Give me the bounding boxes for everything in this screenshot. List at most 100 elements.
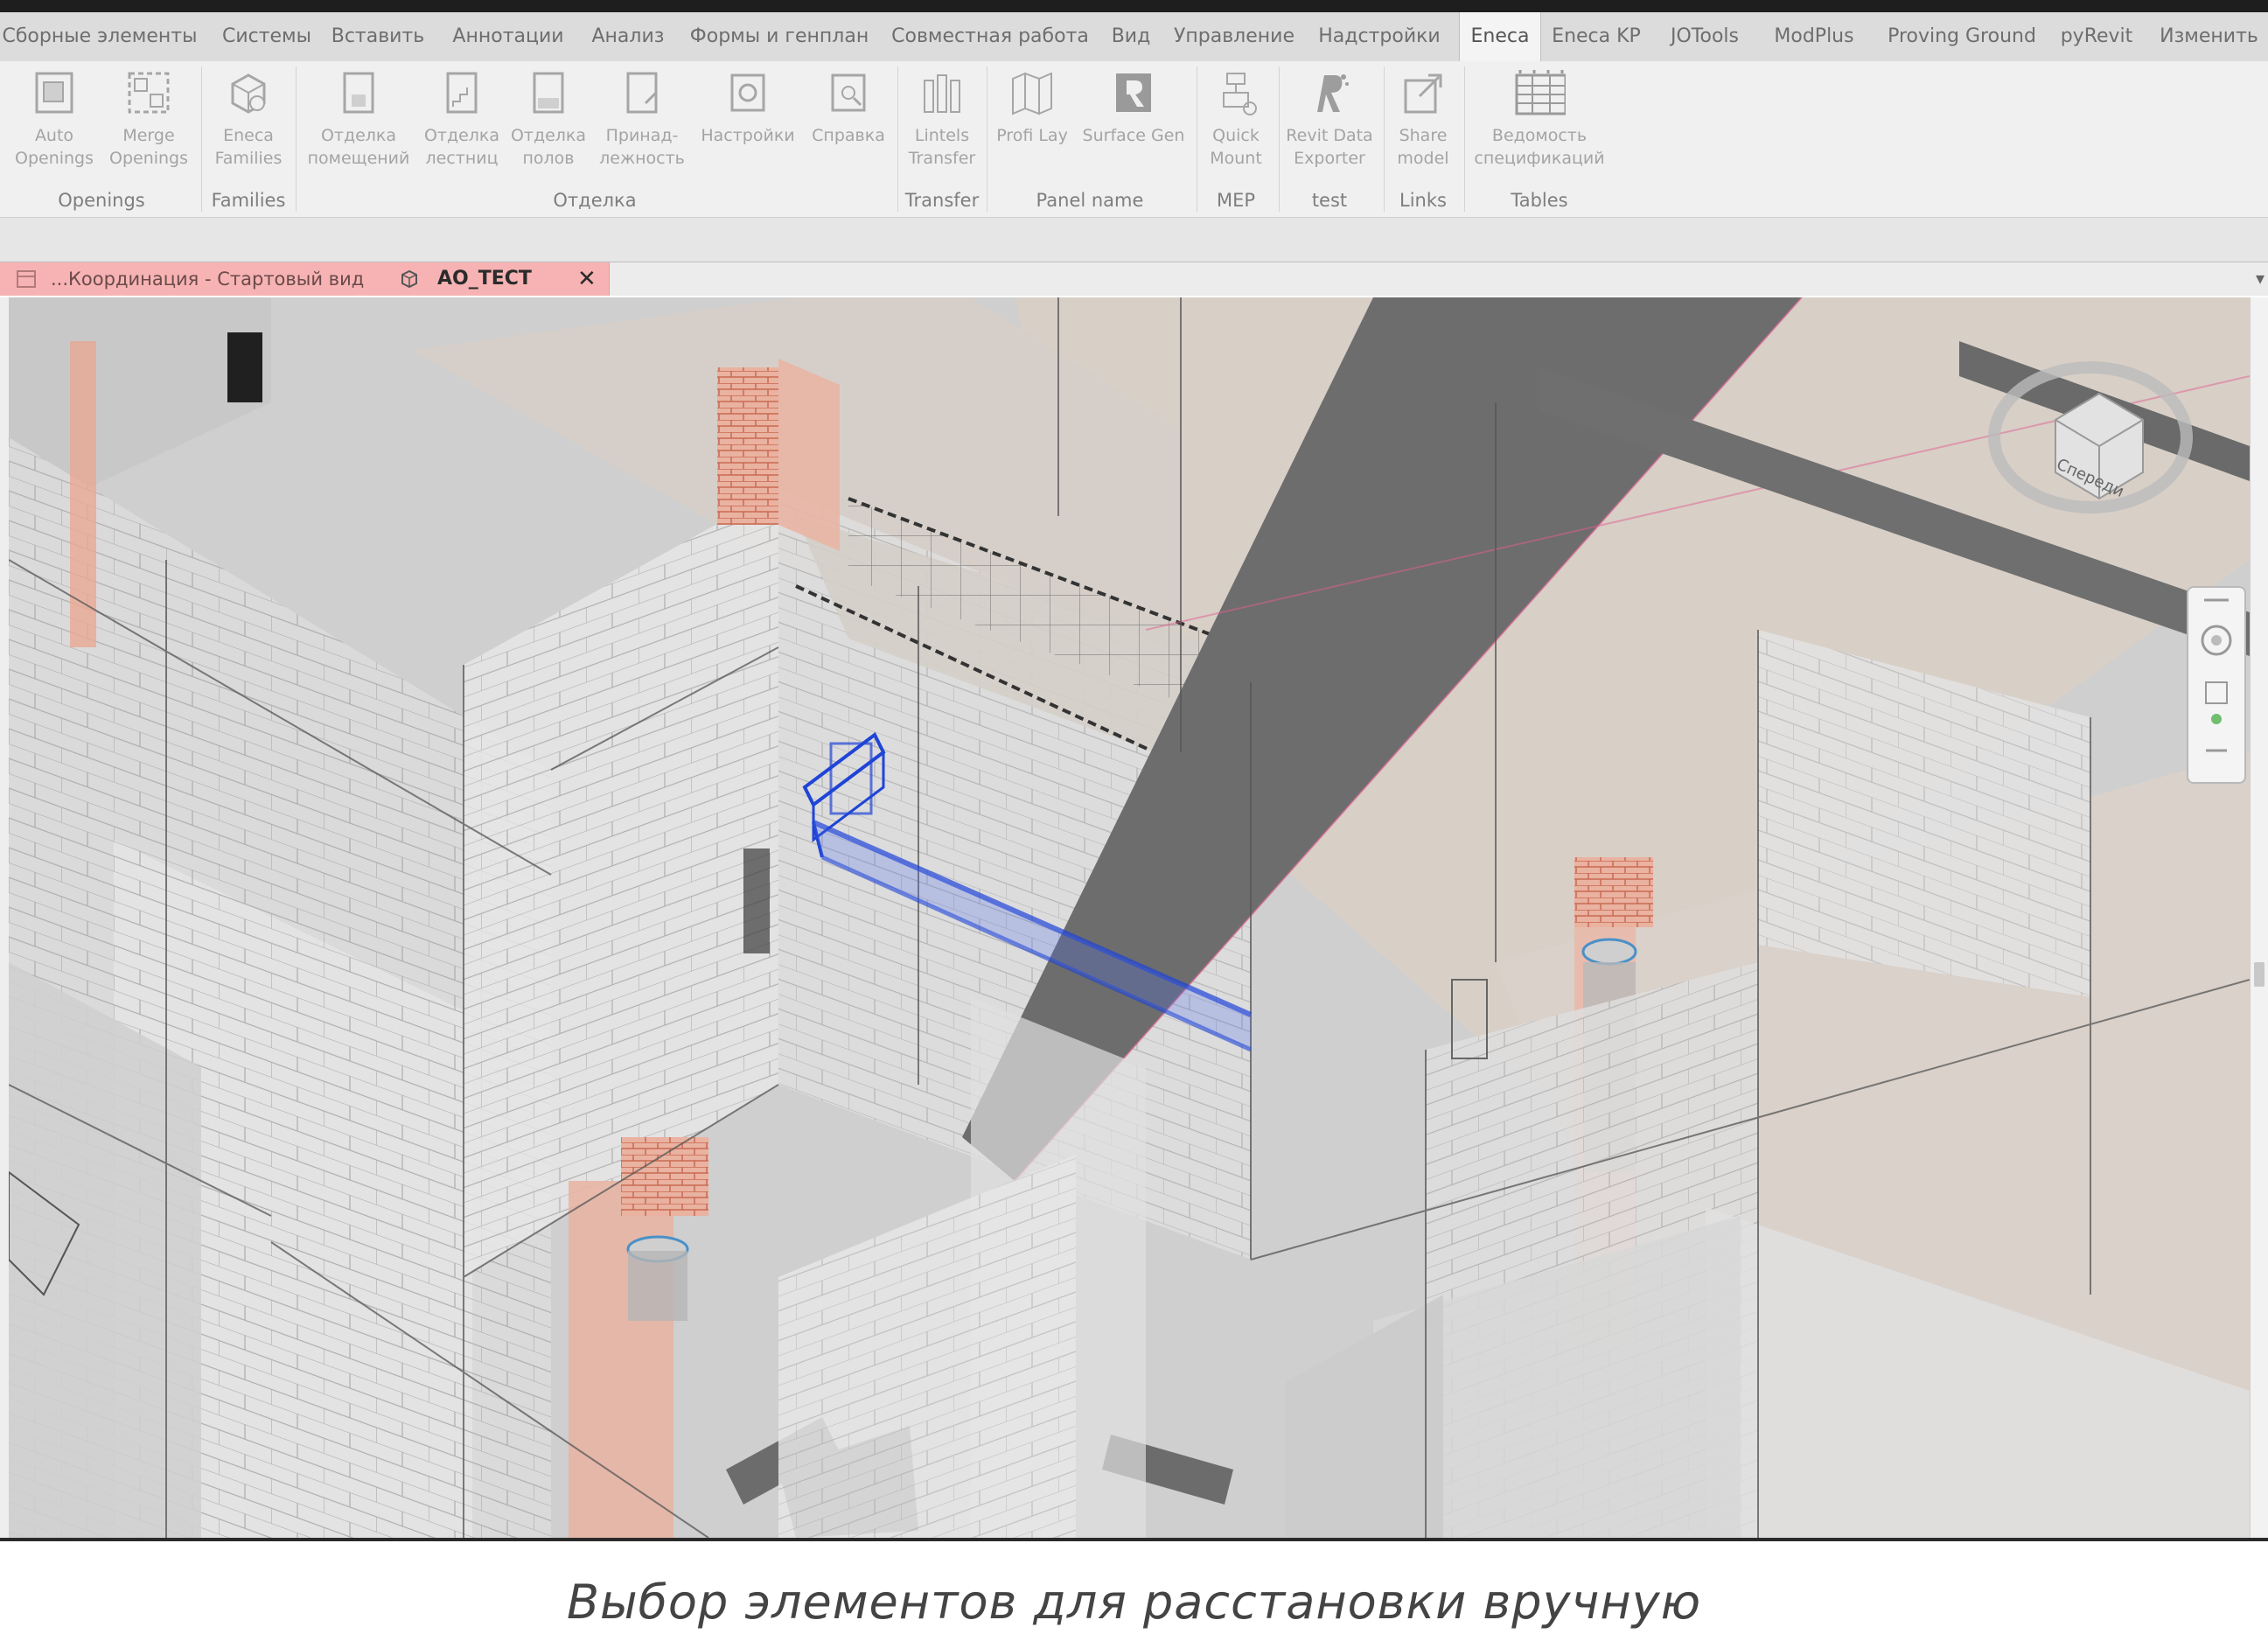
ownership-button[interactable]: Принад-лежность [595,61,689,184]
surface-gen-button[interactable]: Surface Gen [1078,61,1190,184]
tab-view[interactable]: Вид [1106,12,1156,61]
viewport-left-edge [0,297,9,1538]
tab-jotools[interactable]: JOTools [1657,12,1753,61]
tab-modplus[interactable]: ModPlus [1765,12,1863,61]
group-separator [1464,66,1465,212]
profi-lay-button[interactable]: Profi Lay [990,61,1074,184]
group-mep: MEP [1216,190,1256,211]
active-view-name: АО_ТЕСТ [437,268,532,290]
view-tab-title: ...Координация - Стартовый вид [51,269,365,290]
ownership-icon [616,66,668,119]
floor-finish-icon [522,66,575,119]
group-families: Families [211,190,286,211]
group-finishing: Отделка [553,190,637,211]
button-label-line2: Mount [1210,149,1262,168]
tab-massing-site[interactable]: Формы и генплан [686,12,873,61]
tab-systems[interactable]: Системы [213,12,320,61]
title-bar [0,0,2268,12]
revit-data-exporter-icon [1303,66,1356,119]
tab-insert[interactable]: Вставить [329,12,427,61]
button-label-line1: Merge [122,126,175,145]
help-button[interactable]: Справка [805,61,892,184]
settings-icon [722,66,774,119]
ribbon-panel: Auto Openings Merge Openings Openings Enec… [0,61,2268,218]
tab-eneca-kp[interactable]: Eneca KP [1550,12,1643,61]
button-label-line1: Share [1399,126,1448,145]
lintels-transfer-button[interactable]: Lintels Transfer [901,61,983,184]
stair-finish-button[interactable]: Отделка лестниц [422,61,502,184]
button-label-line1: Отделка [510,126,587,145]
group-links: Links [1399,190,1447,211]
button-label-line2: model [1397,149,1449,168]
group-tables: Tables [1511,190,1568,211]
tab-analyze[interactable]: Анализ [586,12,670,61]
tab-overflow-icon[interactable]: ▾ [2256,268,2265,289]
button-label-line1: Настройки [701,126,795,145]
tab-prefab[interactable]: Сборные элементы [0,12,199,61]
spec-table-icon [1513,66,1566,119]
scrollbar-thumb[interactable] [2254,962,2265,987]
button-label-line2: помещений [307,149,410,168]
tab-modify[interactable]: Изменить [2150,12,2268,61]
button-label-line1: Ведомость [1491,126,1588,145]
eneca-families-icon [222,66,275,119]
button-label-line2: лестниц [425,149,499,168]
floor-finish-button[interactable]: Отделка полов [506,61,591,184]
tab-eneca[interactable]: Eneca [1459,12,1541,61]
button-label-line2: Openings [108,149,189,168]
navigation-bar[interactable] [2187,586,2246,784]
group-separator [296,66,297,212]
vertical-scrollbar[interactable] [2250,297,2268,1538]
auto-openings-icon [28,66,80,119]
view-tab-strip: ▾ [610,262,2268,296]
button-label-line1: Отделка [423,126,500,145]
button-label-line2: Families [214,149,283,168]
group-separator [897,66,898,212]
help-icon [822,66,875,119]
3d-model-drawing: Спереди [9,297,2250,1538]
button-label-line1: Eneca [223,126,274,145]
group-panel-name: Panel name [1036,190,1144,211]
quick-mount-button[interactable]: Quick Mount [1198,61,1274,184]
surface-gen-icon [1107,66,1160,119]
navigation-wheel-icon [2201,598,2232,752]
button-label-line2: полов [522,149,575,168]
button-label-line1: Auto [34,126,74,145]
button-label-line1: Profi Lay [996,126,1068,145]
eneca-families-button[interactable]: Eneca Families [206,61,290,184]
button-label-line1: Quick [1212,126,1260,145]
revit-data-exporter-button[interactable]: Revit Data Exporter [1281,61,1378,184]
group-openings: Openings [58,190,145,211]
stair-finish-icon [436,66,488,119]
viewport-bottom-border [0,1538,2268,1541]
settings-button[interactable]: Настройки [693,61,803,184]
button-label-line1: Принад- [605,126,679,145]
room-finish-icon [332,66,385,119]
button-label-line2: спецификаций [1474,149,1605,168]
3d-view-icon [401,269,417,289]
button-label-line1: Surface Gen [1082,126,1185,145]
view-tab[interactable]: ...Координация - Стартовый вид АО_ТЕСТ ✕ [0,262,610,296]
button-label-line1: Revit Data [1286,126,1373,145]
view-icon [17,270,36,288]
close-view-button[interactable]: ✕ [577,262,597,296]
button-label-line2: Openings [14,149,94,168]
room-finish-button[interactable]: Отделка помещений [297,61,420,184]
group-test: test [1311,190,1348,211]
tab-annotate[interactable]: Аннотации [444,12,572,61]
ribbon-tab-bar: Сборные элементы Системы Вставить Аннота… [0,12,2268,62]
tab-proving-ground[interactable]: Proving Ground [1877,12,2047,61]
button-label-line2: лежность [599,149,685,168]
tab-addins[interactable]: Надстройки [1312,12,1447,61]
tab-collaborate[interactable]: Совместная работа [890,12,1090,61]
group-separator [1279,66,1280,212]
merge-openings-button[interactable]: Merge Openings [101,61,196,184]
spec-table-button[interactable]: Ведомость спецификаций [1466,61,1613,184]
share-model-button[interactable]: Share model [1385,61,1461,184]
auto-openings-button[interactable]: Auto Openings [7,61,101,184]
caption: Выбор элементов для расстановки вручную [566,1575,1702,1630]
tab-manage[interactable]: Управление [1169,12,1300,61]
tab-pyrevit[interactable]: pyRevit [2057,12,2136,61]
button-label-line1: Справка [812,126,885,145]
3d-viewport[interactable]: Спереди [9,297,2250,1538]
